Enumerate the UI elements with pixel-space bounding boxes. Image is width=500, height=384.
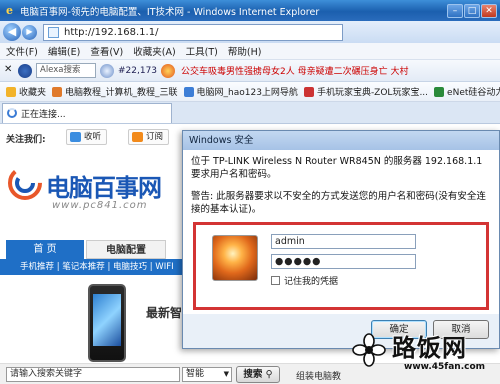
tab-bar: 正在连接... xyxy=(0,102,500,124)
chevron-down-icon: ▼ xyxy=(223,370,229,378)
site-icon xyxy=(303,86,314,97)
favorites-bar: 收藏夹 电脑教程_计算机_教程_三联 电脑网_hao123上网导航 手机玩家宝典… xyxy=(0,82,500,102)
ie-logo-icon: e xyxy=(6,4,13,17)
nav-tab-home[interactable]: 首 页 xyxy=(6,240,84,259)
site-icon xyxy=(52,86,63,97)
username-field[interactable]: admin xyxy=(271,234,416,249)
menu-help[interactable]: 帮助(H) xyxy=(228,44,262,58)
windows-security-dialog: Windows 安全 位于 TP-LINK Wireless N Router … xyxy=(182,130,500,349)
logo-url: www.pc841.com xyxy=(52,200,148,211)
search-icon: ⚲ xyxy=(265,369,273,380)
dialog-body: 位于 TP-LINK Wireless N Router WR845N 的服务器… xyxy=(183,150,499,314)
site-logo[interactable]: 电脑百事网 www.pc841.com xyxy=(8,164,188,224)
back-arrow-icon[interactable]: ◀ xyxy=(3,23,21,41)
watermark-url: www.45fan.com xyxy=(404,362,486,372)
password-field[interactable]: ●●●●● xyxy=(271,254,416,269)
favorite-link[interactable]: eNet硅谷动力 xyxy=(434,85,500,98)
subscribe-button[interactable]: 订阅 xyxy=(128,129,170,145)
search-icon[interactable] xyxy=(100,63,114,78)
url-input[interactable]: http://192.168.1.1/ xyxy=(43,23,343,41)
favorites-button[interactable]: 收藏夹 xyxy=(6,85,46,98)
favorite-link[interactable]: 电脑教程_计算机_教程_三联 xyxy=(52,85,178,98)
site-icon xyxy=(183,86,194,97)
alexa-search-input[interactable]: Alexa搜索 xyxy=(36,63,96,78)
alexa-icon[interactable] xyxy=(18,63,32,78)
toolbar: ✕ Alexa搜索 #22,173 公交车吸毒男性强掳母女2人 母亲疑遭二次碾压… xyxy=(0,60,500,82)
dialog-message: 位于 TP-LINK Wireless N Router WR845N 的服务器… xyxy=(191,156,483,180)
dialog-warning: 警告: 此服务器要求以不安全的方式发送您的用户名和密码(没有安全连接的基本认证)… xyxy=(191,191,486,215)
url-text: http://192.168.1.1/ xyxy=(64,26,159,38)
watermark-flower-icon xyxy=(352,333,386,367)
favorite-link[interactable]: 电脑网_hao123上网导航 xyxy=(183,85,298,98)
remember-label: 记住我的凭据 xyxy=(284,277,339,287)
fire-icon[interactable] xyxy=(161,63,176,78)
search-type-select[interactable]: 智能 ▼ xyxy=(182,367,232,382)
close-button[interactable]: ✕ xyxy=(481,3,497,18)
menu-view[interactable]: 查看(V) xyxy=(90,44,123,58)
phone-image[interactable] xyxy=(88,284,126,362)
watermark-text: 路饭网 xyxy=(392,334,467,362)
credential-highlight-frame: admin ●●●●● 记住我的凭据 xyxy=(193,222,489,310)
follow-label: 关注我们: xyxy=(6,135,46,145)
newest-heading: 最新智 xyxy=(146,306,183,320)
rss-icon xyxy=(132,132,143,142)
site-search-input[interactable]: 请输入搜索关键字 xyxy=(6,367,180,382)
alexa-rank: #22,173 xyxy=(118,65,158,76)
loading-spinner-icon xyxy=(7,108,17,118)
news-ticker[interactable]: 公交车吸毒男性强掳母女2人 母亲疑遭二次碾压身亡 大村 xyxy=(181,64,408,77)
window-title-bar: e 电脑百事网-领先的电脑配置、IT技术网 - Windows Internet… xyxy=(0,0,500,21)
nav-tab-config[interactable]: 电脑配置 xyxy=(86,240,166,259)
sub-navigation[interactable]: 手机推荐 | 笔记本推荐 | 电脑技巧 | WIFI xyxy=(0,259,190,275)
checkbox-icon xyxy=(271,276,280,285)
menu-bar: 文件(F) 编辑(E) 查看(V) 收藏夹(A) 工具(T) 帮助(H) xyxy=(0,43,500,60)
site-icon xyxy=(434,86,445,97)
follow-weibo-button[interactable]: 收听 xyxy=(66,129,108,145)
menu-favorites[interactable]: 收藏夹(A) xyxy=(133,44,175,58)
page-icon xyxy=(48,26,59,38)
weibo-icon xyxy=(70,132,81,142)
logo-swirl-icon xyxy=(8,166,42,200)
menu-edit[interactable]: 编辑(E) xyxy=(48,44,80,58)
menu-file[interactable]: 文件(F) xyxy=(6,44,38,58)
forward-arrow-icon[interactable]: ▶ xyxy=(22,24,37,40)
logo-text: 电脑百事网 xyxy=(46,174,162,202)
phone-screen xyxy=(93,294,121,346)
close-toolbar-icon[interactable]: ✕ xyxy=(4,64,14,78)
star-icon xyxy=(6,86,16,97)
minimize-button[interactable]: – xyxy=(447,3,463,18)
site-nav-tabs: 首 页 电脑配置 xyxy=(6,240,186,259)
remember-credentials-checkbox[interactable]: 记住我的凭据 xyxy=(271,274,338,287)
menu-tools[interactable]: 工具(T) xyxy=(186,44,218,58)
maximize-button[interactable]: □ xyxy=(464,3,480,18)
site-search-button[interactable]: 搜索 ⚲ xyxy=(236,366,280,383)
address-bar: ◀ ▶ http://192.168.1.1/ xyxy=(0,21,500,43)
user-avatar xyxy=(212,235,258,281)
dialog-title: Windows 安全 xyxy=(183,131,499,150)
browser-tab[interactable]: 正在连接... xyxy=(2,102,172,123)
tab-label: 正在连接... xyxy=(21,109,66,120)
favorite-link[interactable]: 手机玩家宝典-ZOL玩家宝... xyxy=(303,85,428,98)
assembly-link[interactable]: 组装电脑教 xyxy=(296,369,341,382)
window-title: 电脑百事网-领先的电脑配置、IT技术网 - Windows Internet E… xyxy=(20,6,320,18)
